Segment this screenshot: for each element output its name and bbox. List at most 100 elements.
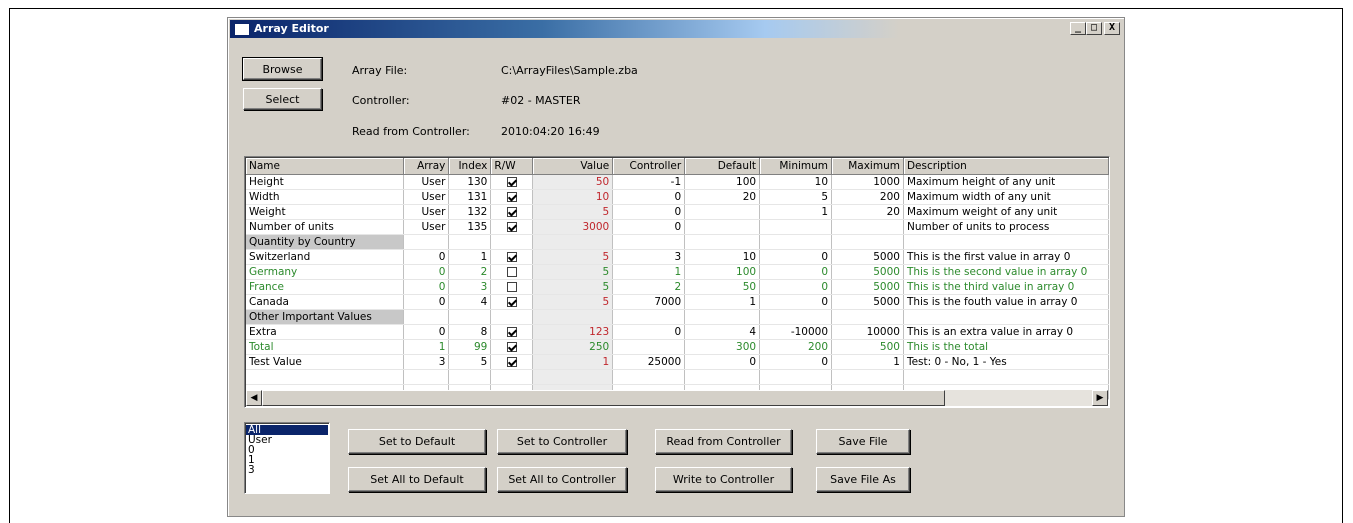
column-header-name[interactable]: Name (246, 158, 405, 175)
cell-value[interactable]: 5 (532, 264, 614, 280)
cell-description: This is the third value in array 0 (903, 279, 1109, 295)
scroll-right-icon[interactable]: ▶ (1092, 390, 1108, 406)
column-header-controller[interactable]: Controller (612, 158, 686, 175)
group-row[interactable]: Other Important Values (246, 309, 1109, 325)
save-file-button[interactable]: Save File (816, 429, 910, 454)
cell-minimum: 200 (759, 339, 833, 355)
cell-default: 100 (684, 174, 761, 190)
rw-checkbox-checked[interactable] (506, 341, 517, 352)
filter-item[interactable]: User (246, 435, 328, 446)
column-header-array[interactable]: Array (403, 158, 450, 175)
scroll-thumb[interactable] (262, 390, 945, 406)
rw-checkbox-checked[interactable] (506, 356, 517, 367)
cell-minimum: 1 (759, 204, 833, 220)
cell-maximum: 1000 (831, 174, 904, 190)
browse-button[interactable]: Browse (242, 57, 323, 81)
rw-checkbox-checked[interactable] (506, 251, 517, 262)
cell-value[interactable]: 5 (532, 294, 614, 310)
cell-rw[interactable] (490, 174, 534, 190)
column-header-value[interactable]: Value (532, 158, 614, 175)
cell-description (903, 369, 1109, 385)
rw-checkbox-unchecked[interactable] (506, 281, 517, 292)
array-filter-list[interactable]: All User 0 1 3 (244, 422, 330, 494)
cell-value[interactable]: 123 (532, 324, 614, 340)
save-file-as-button[interactable]: Save File As (816, 467, 910, 492)
cell-maximum: 10000 (831, 324, 904, 340)
cell-value[interactable]: 1 (532, 354, 614, 370)
cell-value[interactable]: 50 (532, 174, 614, 190)
table-row[interactable]: Total 1 99 250 300 200 500 This is the total (246, 339, 1109, 355)
column-header-description[interactable]: Description (903, 158, 1109, 175)
cell-default: 10 (684, 249, 761, 265)
horizontal-scrollbar[interactable]: ◀ ▶ (246, 390, 1108, 406)
cell-rw[interactable] (490, 354, 534, 370)
cell-rw[interactable] (490, 324, 534, 340)
cell-minimum: 0 (759, 294, 833, 310)
cell-rw[interactable] (490, 249, 534, 265)
table-row[interactable]: Width User 131 10 0 20 5 200 Maximum width of an… (246, 189, 1109, 205)
cell-rw[interactable] (490, 204, 534, 220)
empty-row[interactable] (246, 369, 1109, 385)
column-header-index[interactable]: Index (448, 158, 492, 175)
rw-checkbox-checked[interactable] (506, 296, 517, 307)
table-row[interactable]: Number of units User 135 3000 0 Number of uni… (246, 219, 1109, 235)
filter-item[interactable]: 3 (246, 465, 328, 476)
cell-rw[interactable] (490, 189, 534, 205)
rw-checkbox-checked[interactable] (506, 221, 517, 232)
table-row[interactable]: Extra 0 8 123 0 4 -10000 10000 This is an extra … (246, 324, 1109, 340)
rw-checkbox-checked[interactable] (506, 176, 517, 187)
rw-checkbox-checked[interactable] (506, 326, 517, 337)
cell-rw[interactable] (490, 279, 534, 295)
array-grid[interactable]: Name Array Index R/W Value Controller Default M… (244, 156, 1110, 408)
select-button[interactable]: Select (243, 88, 322, 110)
table-row[interactable]: Canada 0 4 5 7000 1 0 5000 This is the fouth val… (246, 294, 1109, 310)
set-to-controller-button[interactable]: Set to Controller (497, 429, 627, 454)
table-row[interactable]: Weight User 132 5 0 1 20 Maximum weight of any … (246, 204, 1109, 220)
controller-value: #02 - MASTER (501, 94, 581, 107)
cell-array: User (403, 174, 450, 190)
cell-rw[interactable] (490, 219, 534, 235)
close-button[interactable]: X (1104, 22, 1120, 35)
table-row[interactable]: Height User 130 50 -1 100 10 1000 Maximum height… (246, 174, 1109, 190)
cell-rw[interactable] (490, 339, 534, 355)
cell-index: 99 (448, 339, 492, 355)
cell-value (532, 234, 614, 250)
column-header-rw[interactable]: R/W (490, 158, 534, 175)
minimize-button[interactable]: _ (1070, 22, 1086, 35)
cell-array: 0 (403, 249, 450, 265)
cell-maximum: 5000 (831, 249, 904, 265)
filter-item[interactable]: 1 (246, 455, 328, 466)
table-row[interactable]: Test Value 3 5 1 25000 0 0 1 Test: 0 - No, 1 - Y… (246, 354, 1109, 370)
table-row[interactable]: France 0 3 5 2 50 0 5000 This is the third value… (246, 279, 1109, 295)
title-bar[interactable]: Array Editor _ □ X (230, 20, 1122, 38)
rw-checkbox-checked[interactable] (506, 191, 517, 202)
set-to-default-button[interactable]: Set to Default (348, 429, 486, 454)
cell-value[interactable]: 250 (532, 339, 614, 355)
maximize-button[interactable]: □ (1086, 22, 1102, 35)
table-row[interactable]: Germany 0 2 5 1 100 0 5000 This is the second va… (246, 264, 1109, 280)
write-to-controller-button[interactable]: Write to Controller (655, 467, 792, 492)
group-row[interactable]: Quantity by Country (246, 234, 1109, 250)
grid-table: Name Array Index R/W Value Controller Default M… (246, 158, 1109, 400)
cell-value[interactable]: 10 (532, 189, 614, 205)
cell-value[interactable]: 3000 (532, 219, 614, 235)
cell-rw[interactable] (490, 294, 534, 310)
cell-name: Extra (246, 324, 405, 340)
cell-value[interactable]: 5 (532, 249, 614, 265)
cell-index: 2 (448, 264, 492, 280)
rw-checkbox-checked[interactable] (506, 206, 517, 217)
column-header-default[interactable]: Default (684, 158, 761, 175)
scroll-left-icon[interactable]: ◀ (246, 390, 262, 406)
set-all-to-default-button[interactable]: Set All to Default (348, 467, 486, 492)
cell-value[interactable]: 5 (532, 279, 614, 295)
filter-item[interactable]: 0 (246, 445, 328, 456)
cell-controller (612, 369, 686, 385)
read-from-controller-button[interactable]: Read from Controller (655, 429, 792, 454)
rw-checkbox-unchecked[interactable] (506, 266, 517, 277)
cell-rw[interactable] (490, 264, 534, 280)
set-all-to-controller-button[interactable]: Set All to Controller (497, 467, 627, 492)
column-header-minimum[interactable]: Minimum (759, 158, 833, 175)
table-row[interactable]: Switzerland 0 1 5 3 10 0 5000 This is the first … (246, 249, 1109, 265)
cell-value[interactable]: 5 (532, 204, 614, 220)
column-header-maximum[interactable]: Maximum (831, 158, 904, 175)
